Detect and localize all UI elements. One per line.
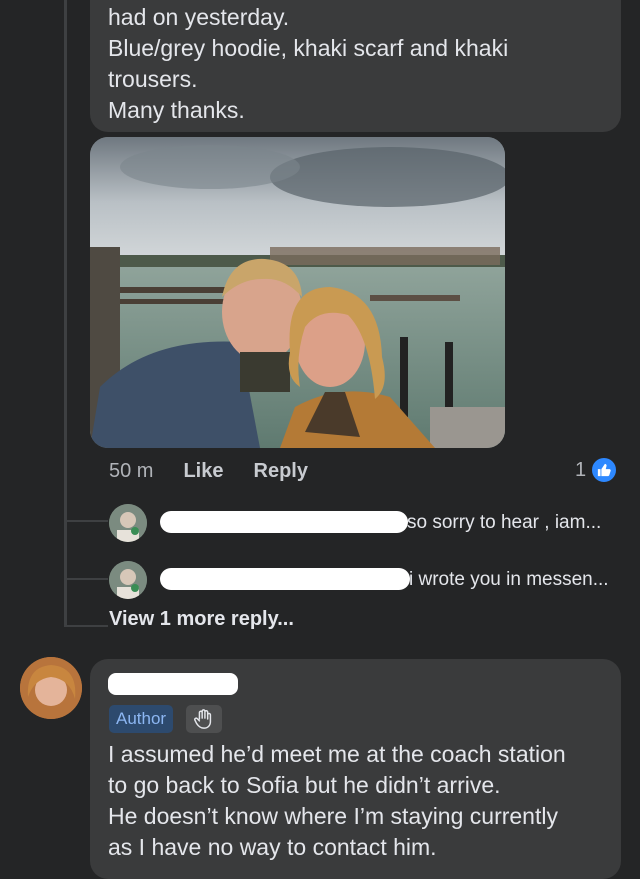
comment-photo[interactable] — [90, 137, 505, 448]
comment-line: I assumed he’d meet me at the coach stat… — [108, 741, 566, 767]
reaction-count: 1 — [575, 458, 587, 481]
redacted-name — [160, 568, 410, 590]
avatar[interactable] — [20, 657, 82, 719]
reply-item[interactable] — [109, 503, 147, 543]
thread-line — [64, 0, 67, 626]
comment-line: as I have no way to contact him. — [108, 834, 437, 860]
comment-line: Blue/grey hoodie, khaki scarf and khaki — [108, 35, 509, 61]
wave-icon — [186, 705, 222, 733]
comment-line: Many thanks. — [108, 97, 245, 123]
like-link[interactable]: Like — [183, 460, 223, 483]
avatar[interactable] — [109, 504, 147, 542]
author-badge: Author — [109, 705, 174, 733]
comment-text: had on yesterday. Blue/grey hoodie, khak… — [108, 2, 508, 126]
reply-preview: i wrote you in messen... — [409, 569, 609, 590]
comment-bubble: had on yesterday. Blue/grey hoodie, khak… — [90, 0, 621, 132]
comment-actions: 50 m Like Reply — [109, 456, 308, 486]
reply-link[interactable]: Reply — [254, 460, 308, 483]
avatar[interactable] — [109, 561, 147, 599]
thread-branch — [64, 578, 108, 580]
reply-item[interactable] — [109, 560, 147, 600]
comment-time: 50 m — [109, 459, 154, 482]
comment-line: He doesn’t know where I’m staying curren… — [108, 803, 558, 829]
view-more-replies[interactable]: View 1 more reply... — [109, 608, 294, 631]
comment-text: I assumed he’d meet me at the coach stat… — [108, 739, 566, 863]
comment-line: trousers. — [108, 66, 198, 92]
thumbs-up-icon — [590, 456, 619, 484]
comment-line: had on yesterday. — [108, 4, 290, 30]
thread-branch — [64, 625, 108, 627]
redacted-name — [160, 511, 408, 533]
comment-line: to go back to Sofia but he didn’t arrive… — [108, 772, 501, 798]
reaction-summary[interactable]: 1 — [575, 456, 619, 484]
thread-branch — [64, 520, 108, 522]
reply-preview: so sorry to hear , iam... — [407, 512, 602, 533]
redacted-name — [108, 673, 238, 695]
